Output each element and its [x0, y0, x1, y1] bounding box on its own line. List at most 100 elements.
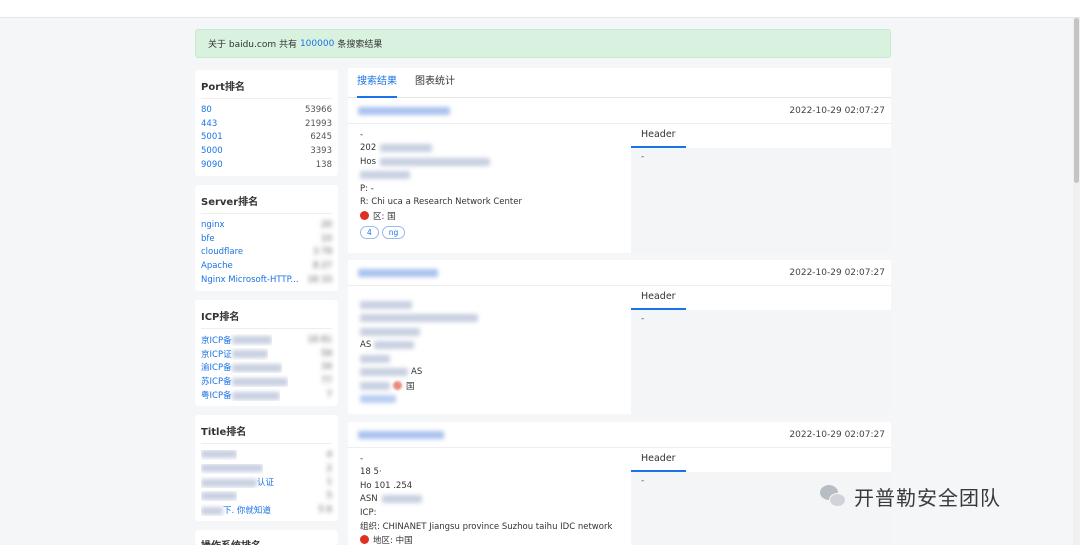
title-rank-row[interactable]: 4: [201, 448, 332, 462]
page-scrollbar[interactable]: [1073, 18, 1080, 545]
port-rank-key[interactable]: 443: [201, 119, 217, 129]
result-link[interactable]: [358, 268, 438, 277]
icp-rank-value: 77: [321, 376, 332, 387]
icp-rank-panel: ICP排名 京ICP备 16 61 京ICP证 59 渝ICP备 34 苏ICP备 77…: [195, 300, 338, 406]
tab-search-results[interactable]: 搜索结果: [357, 68, 397, 98]
icp-rank-key[interactable]: 京ICP证: [201, 350, 232, 360]
icp-rank-row[interactable]: 京ICP备 16 61: [201, 333, 332, 347]
results-area: 搜索结果 图表统计 2022-10-29 02:07:27 - 202 Hos …: [348, 68, 891, 545]
info-line: 地区: 中国: [360, 533, 620, 545]
redacted-block: [231, 391, 280, 400]
info-line: Hos: [360, 155, 620, 169]
icp-rank-key[interactable]: 京ICP备: [201, 336, 232, 346]
server-rank-panel: Server排名 nginx 20 bfe 10 cloudflare 3 79 Ap…: [195, 185, 338, 291]
info-line: [360, 352, 620, 366]
result-tag[interactable]: ng: [381, 225, 406, 239]
result-card-body: - 202 Hos P: - R: Chi uca a Research Net…: [348, 124, 891, 253]
header-tab[interactable]: Header: [631, 286, 891, 310]
header-value: -: [641, 476, 645, 486]
redacted-block: [231, 350, 268, 359]
port-rank-key[interactable]: 5001: [201, 132, 223, 142]
server-rank-row[interactable]: Nginx Microsoft-HTTP... 16 33: [201, 273, 332, 287]
redacted-block: [360, 381, 390, 390]
title-rank-key[interactable]: 认证: [257, 478, 274, 488]
server-rank-value: 3 79: [313, 247, 332, 258]
icp-rank-key[interactable]: 苏ICP备: [201, 377, 232, 387]
result-link[interactable]: [358, 430, 444, 439]
icp-rank-row[interactable]: 京ICP证 59: [201, 347, 332, 361]
scrollbar-thumb[interactable]: [1074, 18, 1079, 183]
tab-chart-stats[interactable]: 图表统计: [415, 68, 455, 98]
top-bar: [0, 0, 1080, 18]
title-rank-row[interactable]: 下. 你就知道 5 6: [201, 503, 332, 517]
redacted-block: [231, 363, 282, 372]
icp-rank-key[interactable]: 渝ICP备: [201, 363, 232, 373]
port-rank-row[interactable]: 443 21993: [201, 117, 332, 131]
redacted-block: [360, 395, 396, 404]
port-rank-key[interactable]: 5000: [201, 146, 223, 156]
result-time: 2022-10-29 02:07:27: [789, 267, 885, 278]
server-rank-value: 8 27: [313, 261, 332, 272]
port-rank-value: 53966: [304, 104, 332, 115]
info-line: [360, 298, 620, 312]
icp-rank-key[interactable]: 粤ICP备: [201, 391, 232, 401]
wechat-icon: [820, 484, 848, 509]
icp-rank-row[interactable]: 苏ICP备 77: [201, 374, 332, 388]
result-card: 2022-10-29 02:07:27 - 202 Hos P: - R: Ch…: [348, 98, 891, 253]
info-line: 组织: CHINANET Jiangsu province Suzhou tai…: [360, 522, 613, 533]
info-line: -: [360, 129, 364, 140]
port-rank-key[interactable]: 9090: [201, 160, 223, 170]
port-rank-panel: Port排名 80 53966 443 21993 5001 6245 5000 339…: [195, 70, 338, 176]
result-time: 2022-10-29 02:07:27: [789, 105, 885, 116]
redacted-block: [201, 506, 223, 515]
icp-rank-row[interactable]: 粤ICP备 7: [201, 388, 332, 402]
info-line: AS: [360, 339, 620, 353]
port-rank-row[interactable]: 80 53966: [201, 103, 332, 117]
server-rank-row[interactable]: nginx 20: [201, 218, 332, 232]
redacted-block: [380, 144, 433, 153]
result-link[interactable]: [358, 106, 450, 115]
server-rank-row[interactable]: cloudflare 3 79: [201, 246, 332, 260]
port-rank-row[interactable]: 5001 6245: [201, 131, 332, 145]
header-tab[interactable]: Header: [631, 124, 891, 148]
server-rank-key[interactable]: bfe: [201, 234, 215, 244]
title-rank-value: 1: [326, 477, 332, 488]
info-line: 区: 国: [360, 209, 620, 223]
redacted-block: [360, 314, 478, 323]
os-rank-title: 操作系统排名: [201, 537, 332, 545]
info-line: R: Chi uca a Research Network Center: [360, 197, 522, 208]
header-value: -: [641, 314, 645, 324]
redacted-block: [360, 171, 410, 180]
header-tab[interactable]: Header: [631, 448, 891, 472]
header-pane: Header -: [631, 286, 891, 414]
server-rank-key[interactable]: cloudflare: [201, 247, 243, 257]
result-card-header: 2022-10-29 02:07:27: [348, 422, 891, 448]
title-rank-row[interactable]: 2: [201, 462, 332, 476]
port-rank-key[interactable]: 80: [201, 105, 212, 115]
result-card: 2022-10-29 02:07:27 - 18 5· Ho 101 .254 …: [348, 422, 891, 545]
result-card: 2022-10-29 02:07:27 AS AS 国 Header -: [348, 260, 891, 414]
title-rank-key[interactable]: 下. 你就知道: [223, 506, 271, 516]
results-count-alert: 关于 baidu.com 共有 100000 条搜索结果: [195, 29, 891, 58]
title-rank-row[interactable]: 认证 1: [201, 476, 332, 490]
server-rank-key[interactable]: Apache: [201, 261, 233, 271]
server-rank-key[interactable]: nginx: [201, 220, 225, 230]
title-rank-row[interactable]: 5: [201, 489, 332, 503]
os-rank-panel: 操作系统排名: [195, 530, 338, 545]
server-rank-key[interactable]: Nginx Microsoft-HTTP...: [201, 275, 299, 285]
header-pane: Header -: [631, 124, 891, 253]
server-rank-value: 20: [321, 219, 332, 230]
title-rank-value: 5: [326, 491, 332, 502]
port-rank-value: 21993: [304, 118, 332, 129]
watermark-text: 开普勒安全团队: [854, 486, 1001, 510]
server-rank-row[interactable]: bfe 10: [201, 232, 332, 246]
redacted-block: [380, 157, 491, 166]
port-rank-row[interactable]: 5000 3393: [201, 144, 332, 158]
icp-rank-row[interactable]: 渝ICP备 34: [201, 361, 332, 375]
info-line: -: [360, 453, 364, 464]
result-tag[interactable]: 4: [360, 225, 379, 239]
port-rank-row[interactable]: 9090 138: [201, 158, 332, 172]
redacted-block: [374, 341, 415, 350]
redacted-block: [360, 327, 420, 336]
server-rank-row[interactable]: Apache 8 27: [201, 259, 332, 273]
